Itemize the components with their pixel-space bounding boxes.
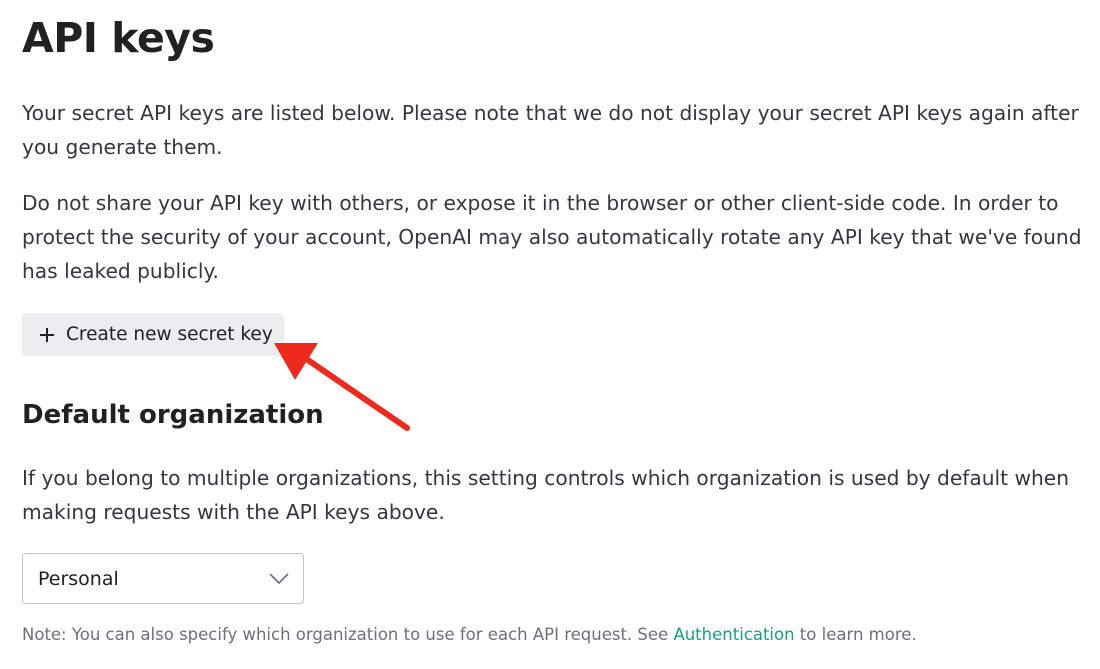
chevron-down-icon (269, 572, 289, 584)
note-suffix: to learn more. (794, 625, 917, 644)
note-prefix: Note: You can also specify which organiz… (22, 625, 674, 644)
plus-icon (40, 327, 54, 342)
security-warning-text: Do not share your API key with others, o… (22, 191, 1082, 283)
authentication-link[interactable]: Authentication (673, 625, 794, 644)
default-organization-description: If you belong to multiple organizations,… (22, 466, 1069, 524)
create-new-secret-key-button[interactable]: Create new secret key (22, 313, 284, 356)
intro-text: Your secret API keys are listed below. P… (22, 101, 1079, 159)
organization-select[interactable]: Personal (22, 553, 304, 604)
organization-note: Note: You can also specify which organiz… (22, 624, 917, 646)
create-button-label: Create new secret key (66, 324, 273, 345)
organization-select-value: Personal (38, 567, 119, 590)
page-title: API keys (22, 14, 215, 62)
default-organization-heading: Default organization (22, 400, 324, 430)
